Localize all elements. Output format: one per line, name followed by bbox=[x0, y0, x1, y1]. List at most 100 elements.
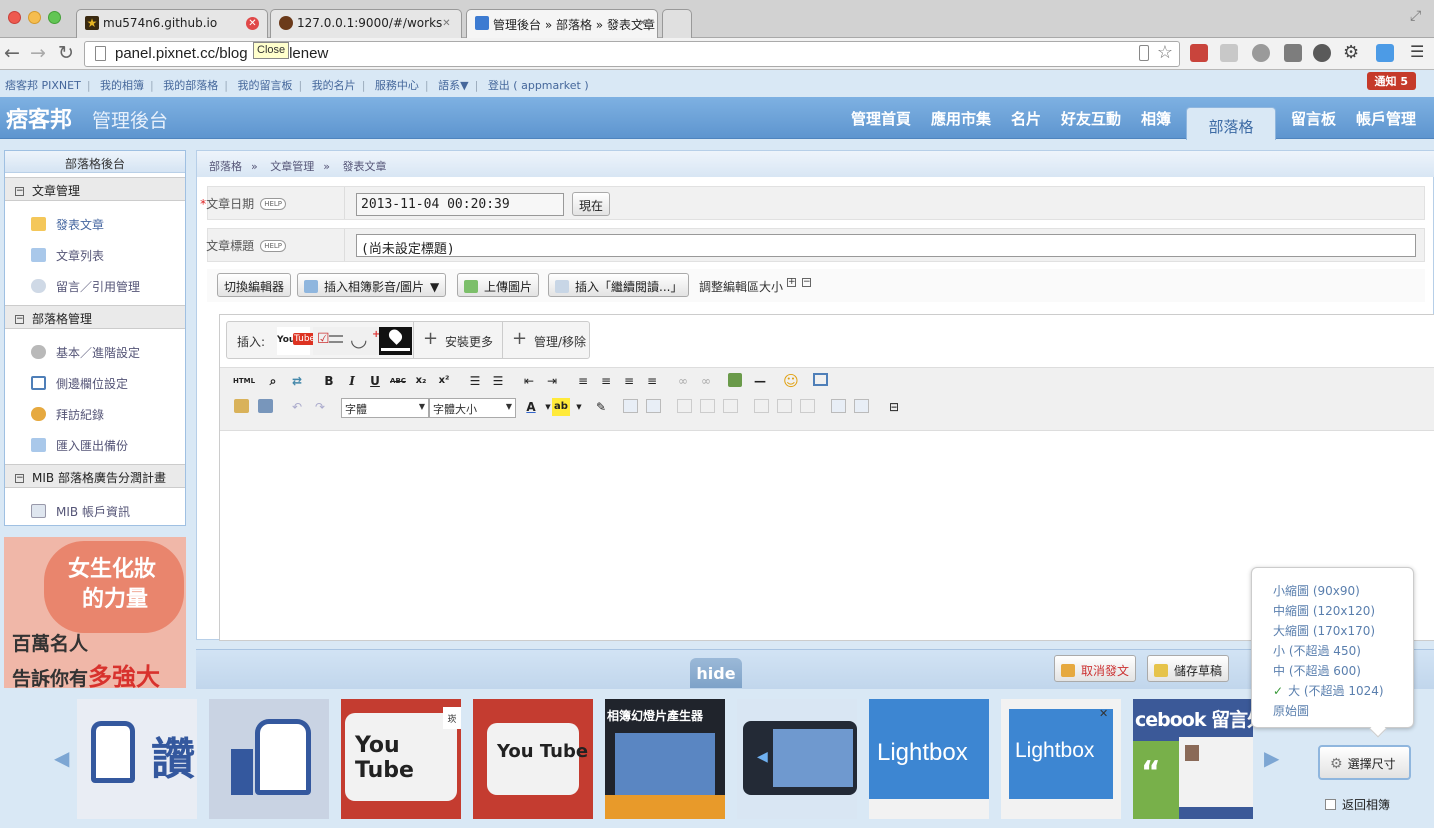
top-link-logout[interactable]: 登出 ( appmarket ) bbox=[488, 79, 589, 92]
insert-album-button[interactable]: 插入相簿影音/圖片 ▼ bbox=[297, 273, 447, 297]
unlink-icon[interactable]: ∞ bbox=[697, 372, 715, 390]
now-button[interactable]: 現在 bbox=[572, 192, 611, 216]
extension-2-icon[interactable] bbox=[1220, 44, 1238, 62]
thumb-youtube-2[interactable]: You Tube bbox=[473, 699, 593, 819]
sidebar-item-comments[interactable]: 留言／引用管理 bbox=[31, 278, 140, 295]
forward-icon[interactable]: → bbox=[30, 43, 46, 63]
nav-guestbook[interactable]: 留言板 bbox=[1291, 108, 1336, 129]
cancel-post-button[interactable]: 取消發文 bbox=[1054, 655, 1137, 682]
collapse-icon[interactable]: − bbox=[15, 187, 24, 196]
top-link-card[interactable]: 我的名片 bbox=[312, 79, 356, 92]
merge-cells-icon[interactable] bbox=[831, 399, 846, 413]
paste-word-icon[interactable] bbox=[258, 399, 273, 413]
install-more-button[interactable]: 安裝更多 bbox=[445, 333, 493, 350]
redo-icon[interactable]: ↷ bbox=[311, 398, 329, 416]
size-option-thumb-medium[interactable]: 中縮圖 (120x120) bbox=[1273, 602, 1375, 619]
size-option-small[interactable]: 小 (不超過 450) bbox=[1273, 642, 1361, 659]
thumb-youtube-1[interactable]: You Tube 崁 bbox=[341, 699, 461, 819]
nav-home[interactable]: 管理首頁 bbox=[851, 108, 911, 129]
align-center-icon[interactable]: ≡ bbox=[597, 372, 615, 390]
top-link-service[interactable]: 服務中心 bbox=[375, 79, 419, 92]
dropdown-arrow-icon[interactable]: ▼ bbox=[570, 398, 588, 416]
sidebar-item-visits[interactable]: 拜訪紀錄 bbox=[31, 406, 104, 423]
underline-button[interactable]: U bbox=[366, 372, 384, 390]
title-input[interactable]: (尚未設定標題) bbox=[356, 234, 1416, 257]
thumb-like-button[interactable] bbox=[209, 699, 329, 819]
address-bar[interactable]: panel.pixnet.cc/blog clenew ☆ bbox=[84, 41, 1180, 67]
font-family-select[interactable]: 字體 ▼ bbox=[341, 398, 429, 418]
align-right-icon[interactable]: ≡ bbox=[620, 372, 638, 390]
notification-badge[interactable]: 通知 5 bbox=[1366, 72, 1416, 90]
replace-icon[interactable]: ⇄ bbox=[288, 372, 306, 390]
thumb-slideshow-generator[interactable]: 相簿幻燈片產生器 bbox=[605, 699, 725, 819]
extension-4-icon[interactable] bbox=[1284, 44, 1302, 62]
size-option-medium[interactable]: 中 (不超過 600) bbox=[1273, 662, 1361, 679]
checklist-insert-icon[interactable]: ☑ bbox=[313, 327, 346, 355]
browser-tab-3[interactable]: 管理後台 » 部落格 » 發表文章 ✕ bbox=[466, 9, 658, 38]
menu-icon[interactable]: ☰ bbox=[1410, 42, 1424, 61]
size-option-large[interactable]: ✓ 大 (不超過 1024) bbox=[1273, 682, 1384, 699]
new-tab-button[interactable] bbox=[662, 9, 692, 38]
pixnet-logo[interactable]: 痞客邦 bbox=[6, 102, 72, 134]
insert-col-after-icon[interactable] bbox=[777, 399, 792, 413]
breadcrumb-articles[interactable]: 文章管理 bbox=[270, 160, 314, 173]
delete-row-icon[interactable] bbox=[723, 399, 738, 413]
paste-icon[interactable] bbox=[234, 399, 249, 413]
split-cells-icon[interactable] bbox=[854, 399, 869, 413]
back-to-album-option[interactable]: 返回相簿 bbox=[1325, 796, 1390, 813]
close-tab-icon[interactable]: ✕ bbox=[246, 17, 259, 30]
reload-icon[interactable]: ↻ bbox=[58, 43, 74, 63]
table-icon[interactable] bbox=[623, 399, 638, 413]
size-option-original[interactable]: 原始圖 bbox=[1273, 702, 1309, 719]
strikethrough-button[interactable]: ABC bbox=[389, 372, 407, 390]
justify-icon[interactable]: ≡ bbox=[643, 372, 661, 390]
top-link-pixnet[interactable]: 痞客邦 PIXNET bbox=[5, 79, 81, 92]
window-close-button[interactable] bbox=[8, 11, 21, 24]
breadcrumb-blog[interactable]: 部落格 bbox=[209, 160, 242, 173]
insert-row-after-icon[interactable] bbox=[700, 399, 715, 413]
back-to-album-checkbox[interactable] bbox=[1325, 799, 1336, 810]
size-option-thumb-small[interactable]: 小縮圖 (90x90) bbox=[1273, 582, 1360, 599]
top-link-blog[interactable]: 我的部落格 bbox=[163, 79, 218, 92]
sidebar-item-import-export[interactable]: 匯入匯出備份 bbox=[31, 437, 128, 454]
back-icon[interactable]: ← bbox=[4, 43, 20, 63]
map-insert-icon[interactable] bbox=[379, 327, 412, 355]
align-left-icon[interactable]: ≡ bbox=[574, 372, 592, 390]
sidebar-item-post-list[interactable]: 文章列表 bbox=[31, 247, 104, 264]
outdent-icon[interactable]: ⇤ bbox=[520, 372, 538, 390]
nav-blog[interactable]: 部落格 bbox=[1186, 107, 1276, 140]
nav-card[interactable]: 名片 bbox=[1011, 108, 1041, 129]
find-icon[interactable]: ⌕ bbox=[264, 372, 282, 390]
link-icon[interactable]: ∞ bbox=[674, 372, 692, 390]
hide-panel-button[interactable]: hide bbox=[690, 658, 742, 688]
top-link-language[interactable]: 語系▼ bbox=[438, 79, 468, 92]
extension-5-icon[interactable] bbox=[1313, 44, 1331, 62]
nav-account[interactable]: 帳戶管理 bbox=[1356, 108, 1416, 129]
fullscreen-icon[interactable]: ⤢ bbox=[1410, 8, 1421, 24]
collapse-icon[interactable]: − bbox=[15, 474, 24, 483]
browser-tab-2[interactable]: 127.0.0.1:9000/#/works ✕ bbox=[270, 9, 462, 38]
thumb-slider[interactable]: ◀ bbox=[737, 699, 857, 819]
date-input[interactable]: 2013-11-04 00:20:39 bbox=[356, 193, 564, 216]
top-link-album[interactable]: 我的相簿 bbox=[100, 79, 144, 92]
sidebar-item-sidebar-settings[interactable]: 側邊欄位設定 bbox=[31, 375, 128, 392]
bullet-list-icon[interactable]: ☰ bbox=[489, 372, 507, 390]
insert-col-before-icon[interactable] bbox=[754, 399, 769, 413]
size-option-thumb-large[interactable]: 大縮圖 (170x170) bbox=[1273, 622, 1375, 639]
insert-read-more-button[interactable]: 插入「繼續閱讀...」 bbox=[548, 273, 690, 297]
fullscreen-editor-icon[interactable] bbox=[813, 373, 828, 386]
clear-format-icon[interactable]: ✎ bbox=[592, 398, 610, 416]
manage-remove-button[interactable]: 管理/移除 bbox=[534, 333, 586, 350]
italic-button[interactable]: I bbox=[343, 372, 361, 390]
numbered-list-icon[interactable]: ☰ bbox=[466, 372, 484, 390]
horizontal-rule-icon[interactable]: — bbox=[751, 372, 769, 390]
image-icon[interactable] bbox=[728, 373, 742, 387]
mobile-icon[interactable] bbox=[1139, 45, 1149, 61]
window-zoom-button[interactable] bbox=[48, 11, 61, 24]
expand-editor-icon[interactable]: + bbox=[787, 278, 796, 287]
bold-button[interactable]: B bbox=[320, 372, 338, 390]
save-draft-button[interactable]: 儲存草稿 bbox=[1147, 655, 1230, 682]
upload-image-button[interactable]: 上傳圖片 bbox=[457, 273, 540, 297]
help-icon[interactable]: HELP bbox=[260, 240, 286, 252]
extension-1-icon[interactable] bbox=[1190, 44, 1208, 62]
